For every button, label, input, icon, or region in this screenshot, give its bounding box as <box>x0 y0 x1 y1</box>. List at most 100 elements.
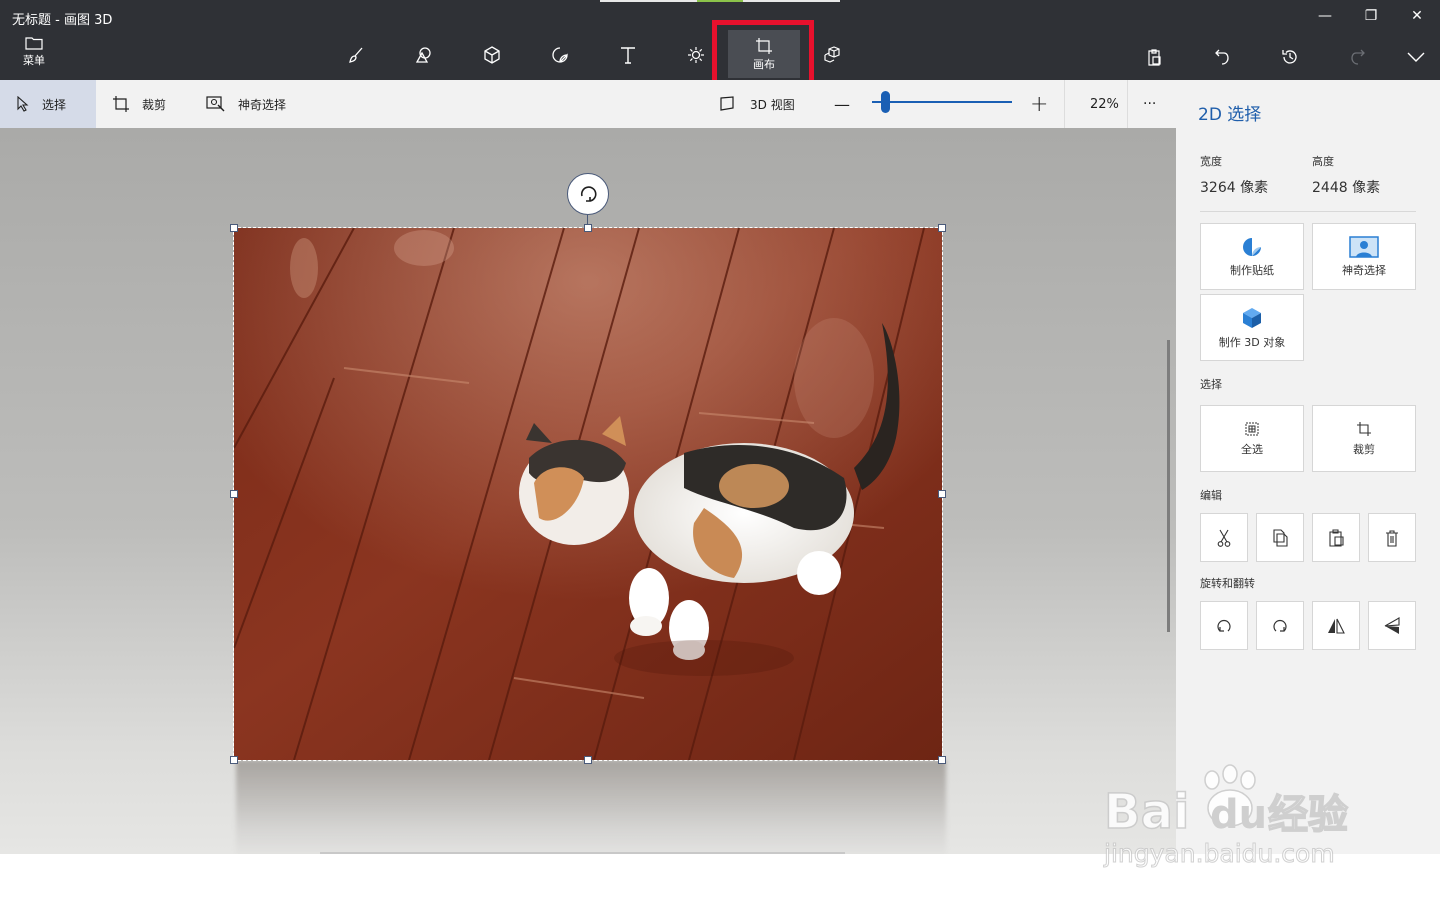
restore-button[interactable]: ❐ <box>1348 0 1394 32</box>
select-tool-button[interactable]: 选择 <box>0 80 96 128</box>
zoom-out-button[interactable]: — <box>834 80 850 128</box>
make-sticker-button[interactable]: 制作贴纸 <box>1200 223 1304 290</box>
properties-panel: 2D 选择 宽度 3264 像素 高度 2448 像素 制作贴纸 神奇选择 制作… <box>1176 80 1440 854</box>
history-button[interactable] <box>1270 40 1310 74</box>
sub-toolbar: 选择 裁剪 神奇选择 3D 视图 — + 22% ··· <box>0 80 1176 128</box>
text-tool[interactable] <box>604 30 652 80</box>
crop-icon <box>113 96 129 112</box>
rotate-left-button[interactable] <box>1200 601 1248 650</box>
vertical-scrollbar[interactable] <box>1167 340 1170 632</box>
text-icon <box>621 47 635 64</box>
panel-divider <box>1200 211 1416 212</box>
width-value: 3264 像素 <box>1200 180 1269 196</box>
paste-icon <box>1148 49 1161 66</box>
magic-select-panel-label: 神奇选择 <box>1342 263 1386 277</box>
crop-panel-button[interactable]: 裁剪 <box>1312 405 1416 472</box>
3d-library-tool[interactable] <box>808 30 856 80</box>
menu-button[interactable]: 菜单 <box>12 36 56 76</box>
canvas-workspace[interactable] <box>0 128 1176 854</box>
cube-icon <box>1243 307 1261 328</box>
subbar-separator <box>1127 80 1128 128</box>
close-button[interactable]: ✕ <box>1394 0 1440 32</box>
delete-button[interactable] <box>1368 513 1416 562</box>
redo-button[interactable] <box>1338 40 1378 74</box>
rotate-right-button[interactable] <box>1256 601 1304 650</box>
crop-tool-button[interactable]: 裁剪 <box>112 80 166 128</box>
zoom-slider-thumb[interactable] <box>880 91 890 113</box>
resize-handle-top[interactable] <box>584 224 592 232</box>
resize-handle-top-left[interactable] <box>230 224 238 232</box>
2d-shapes-tool[interactable] <box>400 30 448 80</box>
3d-view-toggle[interactable]: 3D 视图 <box>720 80 795 128</box>
scissors-icon <box>1217 529 1231 547</box>
make-3d-button[interactable]: 制作 3D 对象 <box>1200 294 1304 361</box>
effects-icon <box>688 47 704 63</box>
brush-icon <box>349 47 363 63</box>
magic-select-label: 神奇选择 <box>238 97 287 112</box>
kitten-photo <box>234 228 942 760</box>
rotate-section-label: 旋转和翻转 <box>1200 577 1255 590</box>
rotate-icon <box>580 186 597 202</box>
height-value: 2448 像素 <box>1312 180 1381 196</box>
crop-panel-icon <box>1357 421 1371 436</box>
canvas-image[interactable] <box>233 227 943 761</box>
resize-handle-left[interactable] <box>230 490 238 498</box>
paste-panel-icon <box>1329 528 1344 547</box>
zoom-slider-track[interactable] <box>872 101 1012 103</box>
select-all-icon <box>1245 422 1259 435</box>
paste-button[interactable] <box>1134 40 1174 74</box>
rotate-left-icon <box>1217 619 1231 632</box>
resize-handle-top-right[interactable] <box>938 224 946 232</box>
cut-button[interactable] <box>1200 513 1248 562</box>
canvas-label: 画布 <box>753 57 775 71</box>
make-sticker-label: 制作贴纸 <box>1230 263 1274 277</box>
copy-button[interactable] <box>1256 513 1304 562</box>
stickers-icon <box>552 47 568 63</box>
rotate-handle[interactable] <box>567 173 609 215</box>
undo-button[interactable] <box>1202 40 1242 74</box>
height-label: 高度 <box>1312 155 1334 168</box>
resize-handle-bottom-right[interactable] <box>938 756 946 764</box>
magic-select-button[interactable]: 神奇选择 <box>206 80 286 128</box>
select-all-button[interactable]: 全选 <box>1200 405 1304 472</box>
3d-shapes-tool[interactable] <box>468 30 516 80</box>
flip-horizontal-button[interactable] <box>1312 601 1360 650</box>
flip-vertical-button[interactable] <box>1368 601 1416 650</box>
resize-handle-right[interactable] <box>938 490 946 498</box>
canvas-reflection <box>236 760 946 854</box>
zoom-in-button[interactable]: + <box>1030 80 1048 128</box>
3d-shapes-icon <box>484 46 500 64</box>
window-controls: — ❐ ✕ <box>1302 0 1440 32</box>
menu-label: 菜单 <box>23 54 45 67</box>
make-3d-label: 制作 3D 对象 <box>1218 335 1286 349</box>
canvas-icon <box>756 37 772 54</box>
cursor-icon <box>17 96 29 112</box>
copy-icon <box>1273 528 1288 547</box>
2d-shapes-icon <box>415 47 431 63</box>
brushes-tool[interactable] <box>332 30 380 80</box>
resize-handle-bottom-left[interactable] <box>230 756 238 764</box>
minimize-button[interactable]: — <box>1302 0 1348 32</box>
folder-icon <box>25 37 43 50</box>
paint3d-window: 无标题 - 画图 3D — ❐ ✕ 菜单 画布 选择 裁剪 神奇选择 3D 视图… <box>0 0 1440 900</box>
horizontal-scrollbar[interactable] <box>320 852 845 854</box>
title-toolbar: 无标题 - 画图 3D — ❐ ✕ 菜单 画布 <box>0 0 1440 90</box>
canvas-tool[interactable]: 画布 <box>728 30 800 78</box>
top-accent-active <box>697 0 743 2</box>
stickers-tool[interactable] <box>536 30 584 80</box>
window-title: 无标题 - 画图 3D <box>12 13 113 28</box>
paste-panel-button[interactable] <box>1312 513 1360 562</box>
magic-select-panel-button[interactable]: 神奇选择 <box>1312 223 1416 290</box>
more-options-button[interactable]: ··· <box>1143 80 1156 128</box>
effects-tool[interactable] <box>672 30 720 80</box>
undo-icon <box>1215 49 1229 65</box>
zoom-value: 22% <box>1090 96 1119 112</box>
expand-toolbar-button[interactable] <box>1396 40 1436 74</box>
resize-handle-bottom[interactable] <box>584 756 592 764</box>
3d-view-label: 3D 视图 <box>750 97 795 112</box>
magic-select-icon <box>206 96 225 112</box>
flip-horizontal-icon <box>1328 618 1345 634</box>
crop-label: 裁剪 <box>142 97 167 112</box>
trash-icon <box>1386 529 1398 547</box>
crop-panel-label: 裁剪 <box>1353 442 1375 456</box>
